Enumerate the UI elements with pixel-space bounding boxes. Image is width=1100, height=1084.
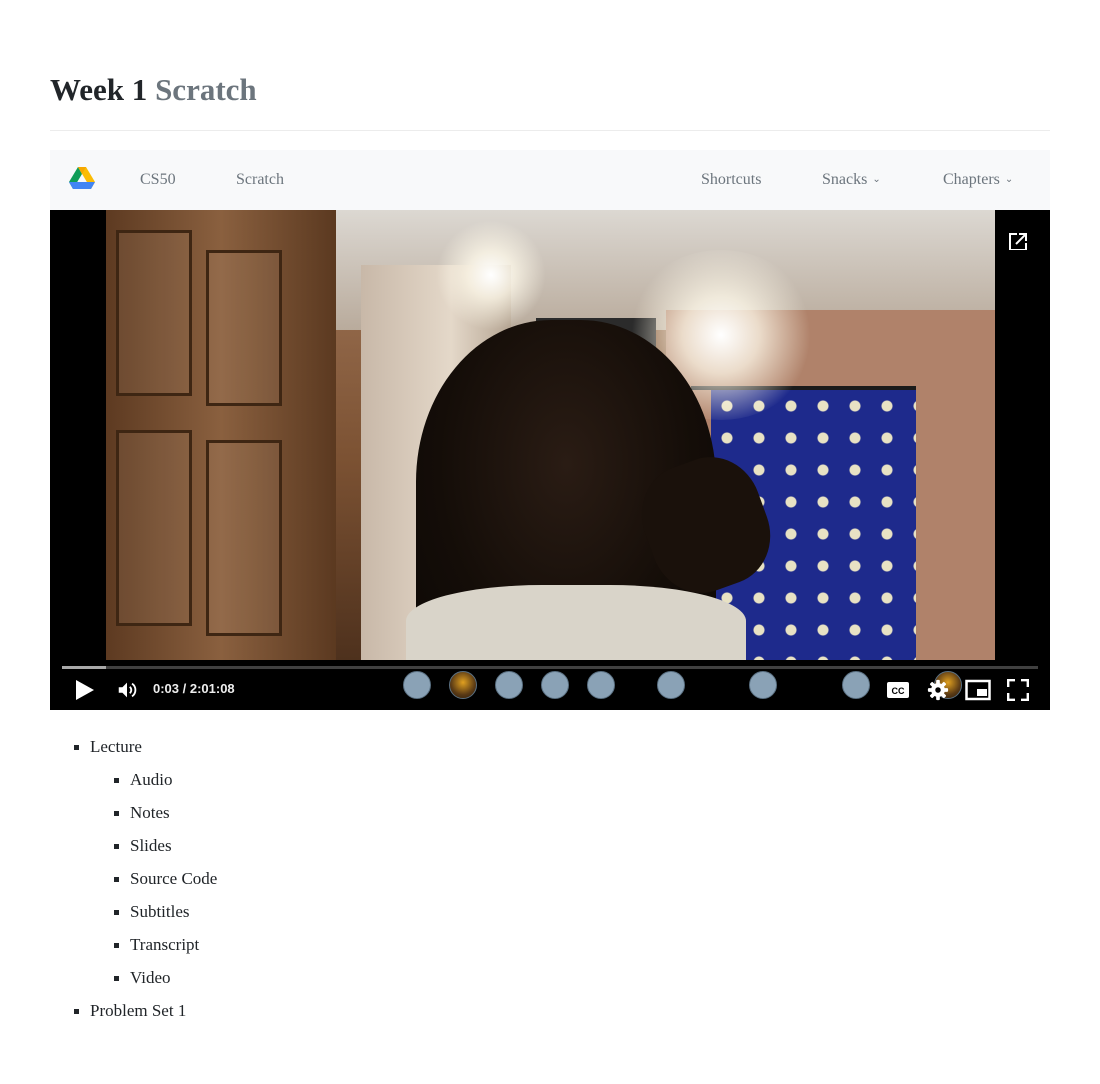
course-menu: Lecture Audio Notes Slides Source Code S… xyxy=(74,730,217,1027)
page-title-week: Week 1 xyxy=(50,72,148,107)
lecture-item-video: Video xyxy=(114,961,217,994)
chevron-down-icon: ⌄ xyxy=(1004,174,1014,185)
door-panel xyxy=(116,430,192,626)
lecture-label[interactable]: Lecture xyxy=(90,737,142,756)
volume-icon[interactable] xyxy=(116,679,138,701)
divider xyxy=(50,130,1050,131)
open-in-new-icon[interactable] xyxy=(1006,230,1030,254)
lecture-submenu: Audio Notes Slides Source Code Subtitles… xyxy=(90,763,217,994)
participant-avatar xyxy=(403,671,431,699)
lecture-item-slides-link[interactable]: Slides xyxy=(130,836,172,855)
video-progress-bar[interactable] xyxy=(62,666,1038,669)
video-time-display: 0:03 / 2:01:08 xyxy=(153,681,235,696)
chevron-down-icon: ⌄ xyxy=(872,174,881,185)
lecture-item-audio-link[interactable]: Audio xyxy=(130,770,173,789)
menu-item-problem-set: Problem Set 1 xyxy=(74,994,217,1027)
lecture-item-transcript-link[interactable]: Transcript xyxy=(130,935,199,954)
navbar: CS50 Scratch Shortcuts Snacks ⌄ Chapters ⌄ xyxy=(50,150,1050,210)
lecture-item-source-code-link[interactable]: Source Code xyxy=(130,869,217,888)
door-panel xyxy=(206,250,282,406)
page-title-topic: Scratch xyxy=(155,72,257,107)
lecture-item-notes-link[interactable]: Notes xyxy=(130,803,170,822)
nav-dropdown-chapters[interactable]: Chapters ⌄ xyxy=(943,150,1013,210)
miniplayer-icon[interactable] xyxy=(965,679,991,701)
lecture-item-source-code: Source Code xyxy=(114,862,217,895)
nav-link-shortcuts[interactable]: Shortcuts xyxy=(701,150,761,210)
fullscreen-icon[interactable] xyxy=(1007,679,1029,701)
door-panel xyxy=(116,230,192,396)
lecture-item-subtitles: Subtitles xyxy=(114,895,217,928)
nav-dropdown-snacks-label: Snacks xyxy=(822,171,868,188)
google-drive-icon[interactable] xyxy=(69,167,95,191)
participant-avatar xyxy=(587,671,615,699)
lecture-item-audio: Audio xyxy=(114,763,217,796)
video-progress-fill xyxy=(62,666,106,669)
participant-avatar xyxy=(449,671,477,699)
nav-link-cs50[interactable]: CS50 xyxy=(140,150,176,210)
captions-icon[interactable]: CC xyxy=(886,680,910,700)
participant-avatar xyxy=(657,671,685,699)
nav-dropdown-chapters-label: Chapters xyxy=(943,171,1000,188)
participant-avatar xyxy=(749,671,777,699)
video-frame[interactable] xyxy=(106,210,995,660)
lecture-item-transcript: Transcript xyxy=(114,928,217,961)
frame-light xyxy=(436,220,546,330)
menu-item-lecture: Lecture Audio Notes Slides Source Code S… xyxy=(74,730,217,994)
frame-door xyxy=(106,210,336,660)
door-panel xyxy=(206,440,282,636)
nav-dropdown-snacks[interactable]: Snacks ⌄ xyxy=(822,150,881,210)
lecture-item-subtitles-link[interactable]: Subtitles xyxy=(130,902,190,921)
lecture-item-slides: Slides xyxy=(114,829,217,862)
page-title: Week 1 Scratch xyxy=(50,70,257,110)
lecture-item-video-link[interactable]: Video xyxy=(130,968,171,987)
problem-set-link[interactable]: Problem Set 1 xyxy=(90,1001,186,1020)
video-player[interactable]: 0:03 / 2:01:08 CC xyxy=(50,210,1050,710)
nav-link-scratch[interactable]: Scratch xyxy=(236,150,284,210)
participant-avatar xyxy=(842,671,870,699)
lecture-item-notes: Notes xyxy=(114,796,217,829)
play-icon[interactable] xyxy=(76,680,94,700)
participant-avatar xyxy=(541,671,569,699)
settings-icon[interactable] xyxy=(927,679,949,701)
svg-text:CC: CC xyxy=(892,686,905,696)
participant-avatar xyxy=(495,671,523,699)
frame-shirt xyxy=(406,585,746,660)
